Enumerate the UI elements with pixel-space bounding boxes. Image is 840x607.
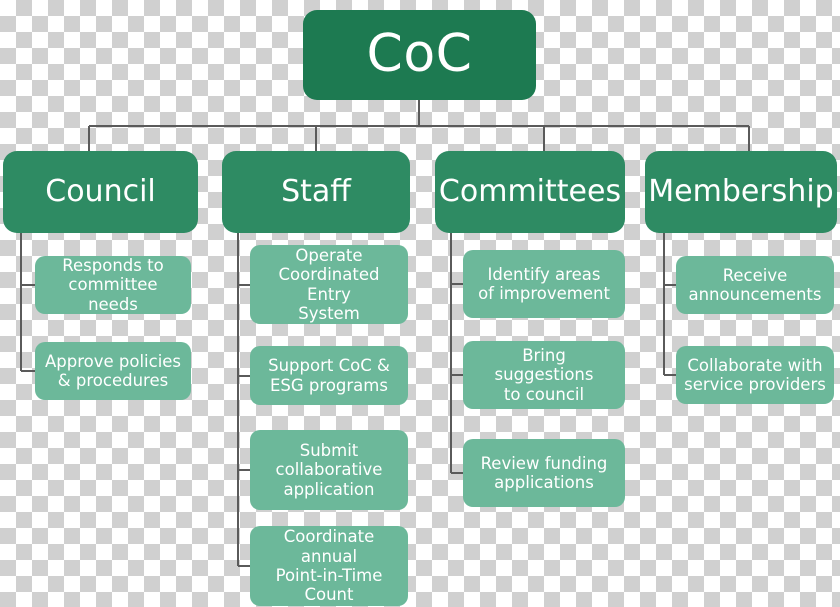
node-committees[interactable]: Committees: [435, 151, 625, 233]
node-staff[interactable]: Staff: [222, 151, 410, 233]
node-staff-child-1[interactable]: Operate Coordinated Entry System: [250, 245, 408, 324]
node-council-child-2[interactable]: Approve policies & procedures: [35, 342, 191, 400]
node-root[interactable]: CoC: [303, 10, 536, 100]
node-membership[interactable]: Membership: [645, 151, 837, 233]
node-committees-child-2[interactable]: Bring suggestions to council: [463, 341, 625, 409]
node-staff-child-2[interactable]: Support CoC & ESG programs: [250, 346, 408, 405]
node-staff-child-3[interactable]: Submit collaborative application: [250, 430, 408, 510]
node-committees-child-3[interactable]: Review funding applications: [463, 439, 625, 507]
node-staff-child-4[interactable]: Coordinate annual Point-in-Time Count: [250, 526, 408, 606]
node-committees-child-1[interactable]: Identify areas of improvement: [463, 250, 625, 318]
node-council-child-1[interactable]: Responds to committee needs: [35, 256, 191, 314]
node-council[interactable]: Council: [3, 151, 198, 233]
node-membership-child-2[interactable]: Collaborate with service providers: [676, 346, 834, 404]
node-membership-child-1[interactable]: Receive announcements: [676, 256, 834, 314]
org-chart: CoC Council Staff Committees Membership …: [0, 0, 840, 607]
